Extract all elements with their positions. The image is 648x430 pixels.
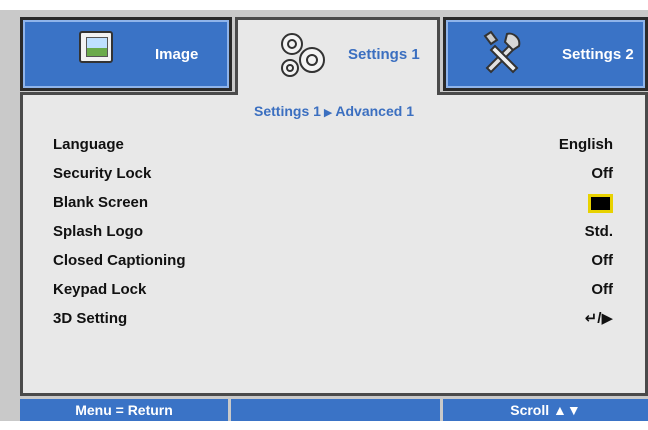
tab-settings-2-label: Settings 2: [562, 46, 634, 63]
breadcrumb: Settings 1 ▶ Advanced 1: [23, 103, 645, 119]
menu-item-label: 3D Setting: [53, 310, 128, 327]
menu-item-keypad-lock[interactable]: Keypad Lock Off: [53, 276, 613, 304]
enter-submenu-icon: ↵/▶: [584, 310, 613, 327]
tab-image-label: Image: [155, 46, 199, 63]
footer-menu-hint: Menu = Return: [20, 399, 228, 421]
menu-item-splash-logo[interactable]: Splash Logo Std.: [53, 218, 613, 246]
menu-item-closed-captioning[interactable]: Closed Captioning Off: [53, 247, 613, 275]
menu-item-3d-setting[interactable]: 3D Setting ↵/▶: [53, 305, 613, 333]
menu-item-label: Blank Screen: [53, 194, 149, 211]
footer-middle: [231, 399, 440, 421]
breadcrumb-parent: Settings 1: [254, 103, 321, 119]
tab-settings-1-label: Settings 1: [348, 46, 420, 63]
menu-item-value: English: [558, 136, 613, 153]
menu-item-label: Splash Logo: [53, 223, 143, 240]
tab-settings-1[interactable]: Settings 1: [235, 17, 440, 95]
footer-menu-hint-label: Menu = Return: [75, 402, 173, 418]
menu-item-language[interactable]: Language English: [53, 131, 613, 159]
menu-item-label: Language: [53, 136, 124, 153]
footer-scroll-hint-label: Scroll ▲▼: [510, 402, 581, 418]
breadcrumb-current: Advanced 1: [335, 103, 414, 119]
image-icon: [79, 31, 113, 63]
tab-image[interactable]: Image: [20, 17, 232, 91]
menu-item-label: Closed Captioning: [53, 252, 186, 269]
menu-item-label: Keypad Lock: [53, 281, 147, 298]
menu-item-value: Off: [591, 281, 613, 298]
gears-icon: [281, 33, 325, 77]
settings-panel: Settings 1 ▶ Advanced 1 Language English S…: [20, 92, 648, 396]
menu-item-value: Std.: [584, 223, 613, 240]
menu-item-blank-screen[interactable]: Blank Screen: [53, 189, 613, 217]
menu-item-value: Off: [591, 165, 613, 182]
menu-item-value: Off: [591, 252, 613, 269]
menu-item-label: Security Lock: [53, 165, 152, 182]
tools-icon: [483, 30, 521, 74]
menu-item-security-lock[interactable]: Security Lock Off: [53, 160, 613, 188]
breadcrumb-arrow-icon: ▶: [323, 107, 333, 119]
footer-scroll-hint: Scroll ▲▼: [443, 399, 648, 421]
blank-screen-color-swatch[interactable]: [588, 194, 613, 213]
tab-settings-2[interactable]: Settings 2: [443, 17, 648, 91]
